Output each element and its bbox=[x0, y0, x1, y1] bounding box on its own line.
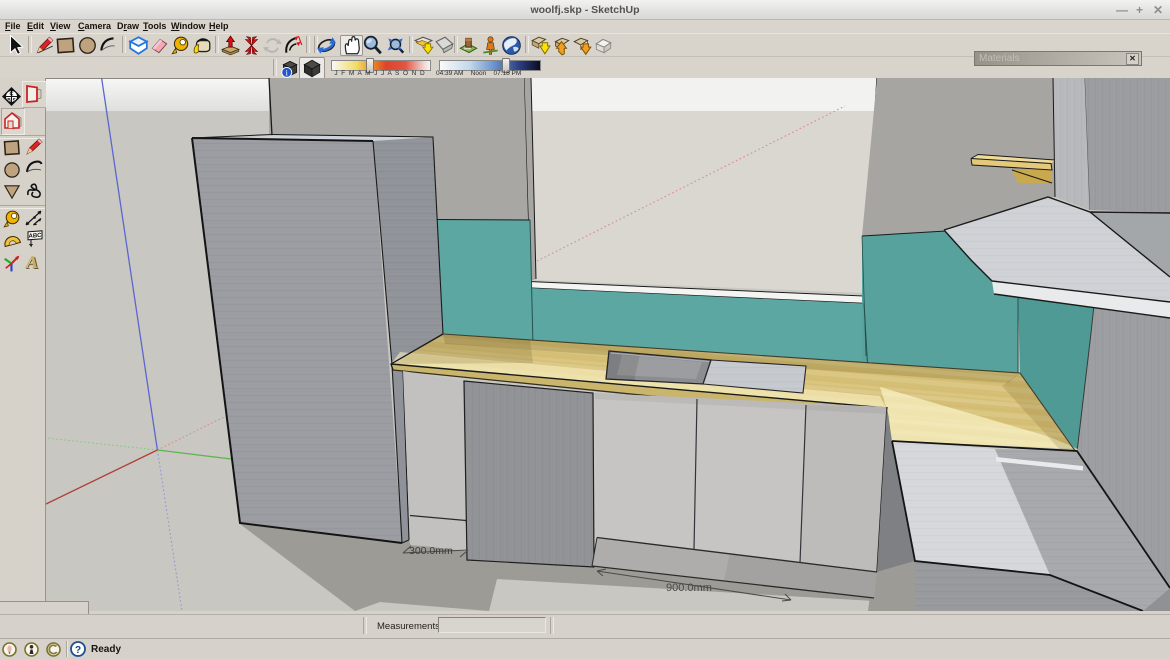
svg-text:?: ? bbox=[75, 645, 81, 656]
svg-text:900.0mm: 900.0mm bbox=[666, 582, 712, 594]
svg-text:C: C bbox=[10, 92, 14, 98]
svg-text:300.0mm: 300.0mm bbox=[409, 545, 453, 557]
svg-text:ABC: ABC bbox=[29, 233, 43, 240]
svg-text:B·S: B·S bbox=[7, 98, 16, 104]
